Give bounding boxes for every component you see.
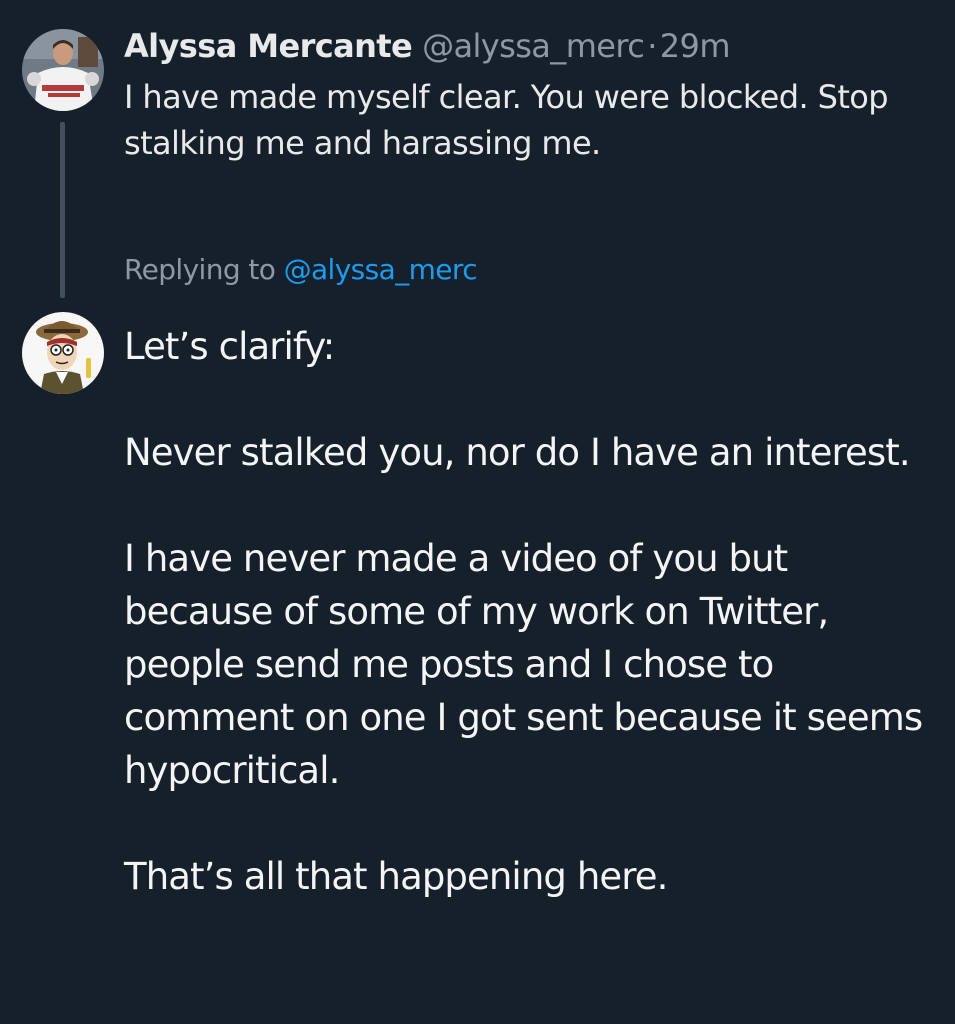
display-name[interactable]: Alyssa Mercante bbox=[124, 27, 413, 65]
thread-connector-line bbox=[60, 122, 65, 298]
replying-to-handle-link[interactable]: @alyssa_merc bbox=[284, 253, 478, 286]
tweet-timestamp[interactable]: 29m bbox=[660, 27, 731, 65]
original-tweet-text: I have made myself clear. You were block… bbox=[124, 78, 889, 162]
reply-tweet-text: Let’s clarify: Never stalked you, nor do… bbox=[124, 320, 924, 903]
reply-paragraph: Never stalked you, nor do I have an inte… bbox=[124, 431, 911, 474]
reply-paragraph: Let’s clarify: bbox=[124, 325, 335, 368]
tweet-thread: Alyssa Mercante @alyssa_merc·29m I have m… bbox=[0, 0, 955, 1024]
reply-paragraph: That’s all that happening here. bbox=[124, 855, 668, 898]
separator-dot: · bbox=[647, 27, 657, 65]
user-handle[interactable]: @alyssa_merc bbox=[422, 27, 645, 65]
reply-tweet-avatar[interactable] bbox=[22, 312, 104, 394]
original-tweet-avatar[interactable] bbox=[22, 29, 104, 111]
cartoon-character-avatar-icon bbox=[22, 312, 104, 394]
replying-to-label: Replying to bbox=[124, 253, 276, 286]
user-photo-avatar-icon bbox=[22, 29, 104, 111]
reply-paragraph: I have never made a video of you but bec… bbox=[124, 537, 923, 792]
replying-to-line: Replying to @alyssa_merc bbox=[124, 250, 478, 290]
original-tweet-header: Alyssa Mercante @alyssa_merc·29m bbox=[124, 26, 730, 66]
